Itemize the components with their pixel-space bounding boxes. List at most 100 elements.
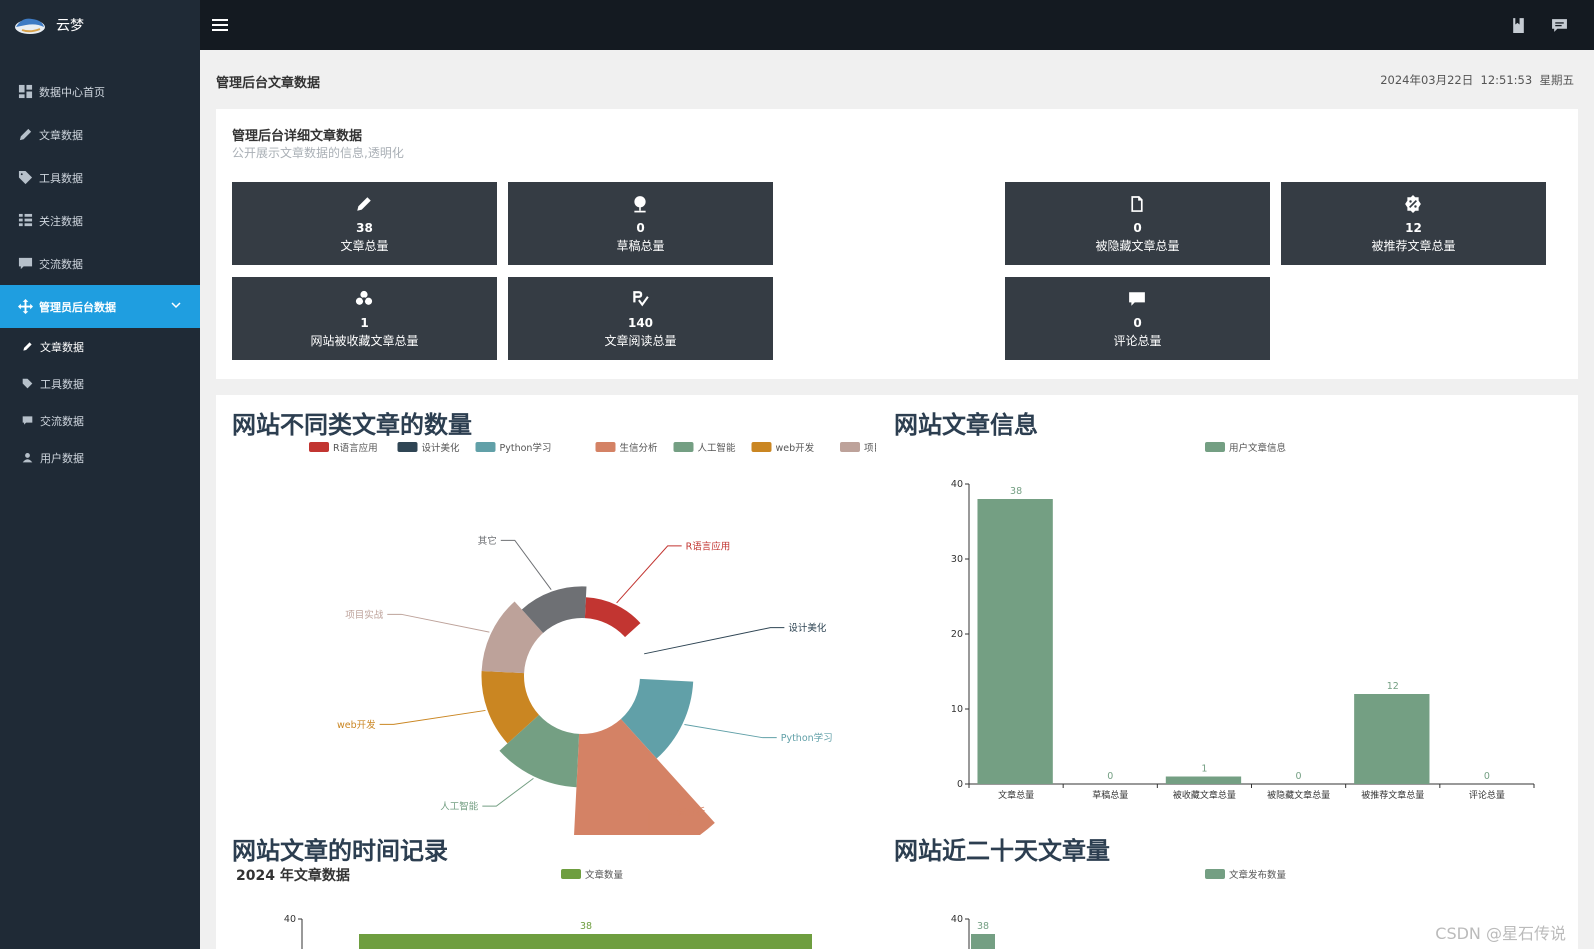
rose-pie-chart[interactable]: R语言应用设计美化Python学习生信分析人工智能web开发项目实战其它R语言应… <box>216 435 876 835</box>
legend-label: 设计美化 <box>422 442 461 454</box>
pie-label-line <box>684 724 777 739</box>
pencil-icon <box>23 342 32 351</box>
pie-label: 设计美化 <box>788 622 827 634</box>
pie-label-line <box>500 539 552 590</box>
sidebar-item-label: 工具数据 <box>39 171 83 185</box>
x-tick-label: 被推荐文章总量 <box>1361 789 1424 801</box>
bar <box>971 934 995 949</box>
stat-value: 12 <box>1405 221 1422 235</box>
sidebar-item-label: 交流数据 <box>39 257 83 271</box>
rx-icon <box>633 291 649 307</box>
sidebar-item-dashboard[interactable]: 数据中心首页 <box>0 70 200 113</box>
pie-label: R语言应用 <box>686 540 731 552</box>
bar-value-label: 38 <box>580 921 592 932</box>
message-icon[interactable] <box>1551 17 1568 34</box>
fan-icon <box>355 290 373 305</box>
x-tick-label: 文章总量 <box>998 789 1034 801</box>
pie-label: 人工智能 <box>440 801 479 813</box>
sidebar-subitem-label: 文章数据 <box>40 340 84 354</box>
pie-label: Python学习 <box>781 732 833 744</box>
sidebar-subitem-users[interactable]: 用户数据 <box>0 439 200 476</box>
stat-value: 0 <box>1133 316 1142 330</box>
stat-card-comments[interactable]: 0 评论总量 <box>1005 277 1270 360</box>
sidebar-nav: 数据中心首页 文章数据 工具数据 关注数据 交流数据 管理员后台数据 文章数据 <box>0 70 200 476</box>
comment-icon <box>22 416 33 425</box>
sidebar-item-follows[interactable]: 关注数据 <box>0 199 200 242</box>
y-tick-label: 30 <box>951 554 963 565</box>
pie-label-line <box>616 545 682 604</box>
pie-label: 生信分析 <box>667 806 706 818</box>
bar <box>1354 694 1430 784</box>
sidebar-subitem-label: 工具数据 <box>40 377 84 391</box>
bookmark-icon[interactable] <box>1510 17 1527 34</box>
stat-card-drafts[interactable]: 0 草稿总量 <box>508 182 773 265</box>
stat-card-reads[interactable]: 140 文章阅读总量 <box>508 277 773 360</box>
comment-icon <box>1129 292 1145 306</box>
bar-value-label: 38 <box>977 921 989 932</box>
y-tick-label: 0 <box>957 779 963 790</box>
dashboard-icon <box>18 84 33 99</box>
x-tick-label: 被收藏文章总量 <box>1173 789 1236 801</box>
x-tick-label: 被隐藏文章总量 <box>1267 789 1330 801</box>
bar-value-label: 1 <box>1201 764 1207 775</box>
pie-label: web开发 <box>337 719 376 731</box>
stat-value: 140 <box>627 316 654 330</box>
legend-label: 用户文章信息 <box>1229 442 1286 454</box>
grid-icon <box>18 213 33 227</box>
sidebar-subitem-tools[interactable]: 工具数据 <box>0 365 200 402</box>
brand[interactable]: 云梦 <box>0 0 200 50</box>
stat-label: 评论总量 <box>1113 334 1162 348</box>
sidebar-item-label: 关注数据 <box>39 214 83 228</box>
comment-icon <box>18 257 33 270</box>
pie-label-line <box>379 709 486 725</box>
legend-swatch <box>1205 869 1225 879</box>
stat-value: 0 <box>1133 221 1142 235</box>
page-title: 管理后台文章数据 <box>216 76 321 91</box>
pie-label-line <box>482 778 534 807</box>
stat-value: 0 <box>636 221 645 235</box>
legend-swatch <box>309 442 329 452</box>
stat-card-hidden-articles[interactable]: 0 被隐藏文章总量 <box>1005 182 1270 265</box>
legend-label: 人工智能 <box>698 442 737 454</box>
timeline-chart-title: 网站文章的时间记录 <box>232 837 448 865</box>
stat-value: 38 <box>356 221 373 235</box>
stat-card-recommended-articles[interactable]: 12 被推荐文章总量 <box>1281 182 1546 265</box>
article-info-bar-chart[interactable]: 用户文章信息 0 10 20 30 40 38 文章总量 0 草稿总量 1 被收藏文章总量 0 被隐藏文章… <box>881 435 1578 835</box>
pie-label: 其它 <box>478 535 497 547</box>
legend-swatch <box>397 442 418 452</box>
sidebar-item-articles[interactable]: 文章数据 <box>0 113 200 156</box>
bar <box>1165 776 1242 784</box>
legend-swatch <box>595 442 616 452</box>
pencil-icon <box>357 197 371 211</box>
stat-label: 被隐藏文章总量 <box>1095 239 1180 253</box>
timeline-bar-chart[interactable]: 2024 年文章数据 文章数量 40 38 <box>216 865 876 949</box>
legend-swatch <box>1205 442 1225 452</box>
recent-chart-title: 网站近二十天文章量 <box>894 837 1110 865</box>
brand-name: 云梦 <box>56 18 84 34</box>
sidebar: 云梦 数据中心首页 文章数据 工具数据 关注数据 交流数据 管理员后台数据 文章… <box>0 0 200 949</box>
legend-label: web开发 <box>776 442 815 454</box>
y-tick-label: 20 <box>951 629 963 640</box>
sidebar-item-comments[interactable]: 交流数据 <box>0 242 200 285</box>
tag-icon <box>18 170 33 185</box>
sidebar-item-admin[interactable]: 管理员后台数据 <box>0 285 200 328</box>
stat-card-total-articles[interactable]: 38 文章总量 <box>232 182 497 265</box>
pin-icon <box>634 196 646 213</box>
top-bar <box>200 0 1594 50</box>
stat-label: 文章总量 <box>340 239 389 253</box>
pie-label-line <box>644 627 785 655</box>
y-tick-label: 10 <box>951 704 963 715</box>
hamburger-menu-icon[interactable] <box>212 18 230 32</box>
sidebar-item-tools[interactable]: 工具数据 <box>0 156 200 199</box>
legend-label: 生信分析 <box>620 442 659 454</box>
sidebar-subitem-articles[interactable]: 文章数据 <box>0 328 200 365</box>
sidebar-item-label: 文章数据 <box>39 128 83 142</box>
legend-swatch <box>561 869 581 879</box>
chevron-down-icon <box>171 302 181 309</box>
y-tick-label: 40 <box>284 914 296 925</box>
summary-title: 管理后台详细文章数据 <box>232 129 363 144</box>
sidebar-subitem-comments[interactable]: 交流数据 <box>0 402 200 439</box>
stat-card-favorited-articles[interactable]: 1 网站被收藏文章总量 <box>232 277 497 360</box>
pie-slice <box>584 597 641 638</box>
bar <box>977 499 1053 784</box>
